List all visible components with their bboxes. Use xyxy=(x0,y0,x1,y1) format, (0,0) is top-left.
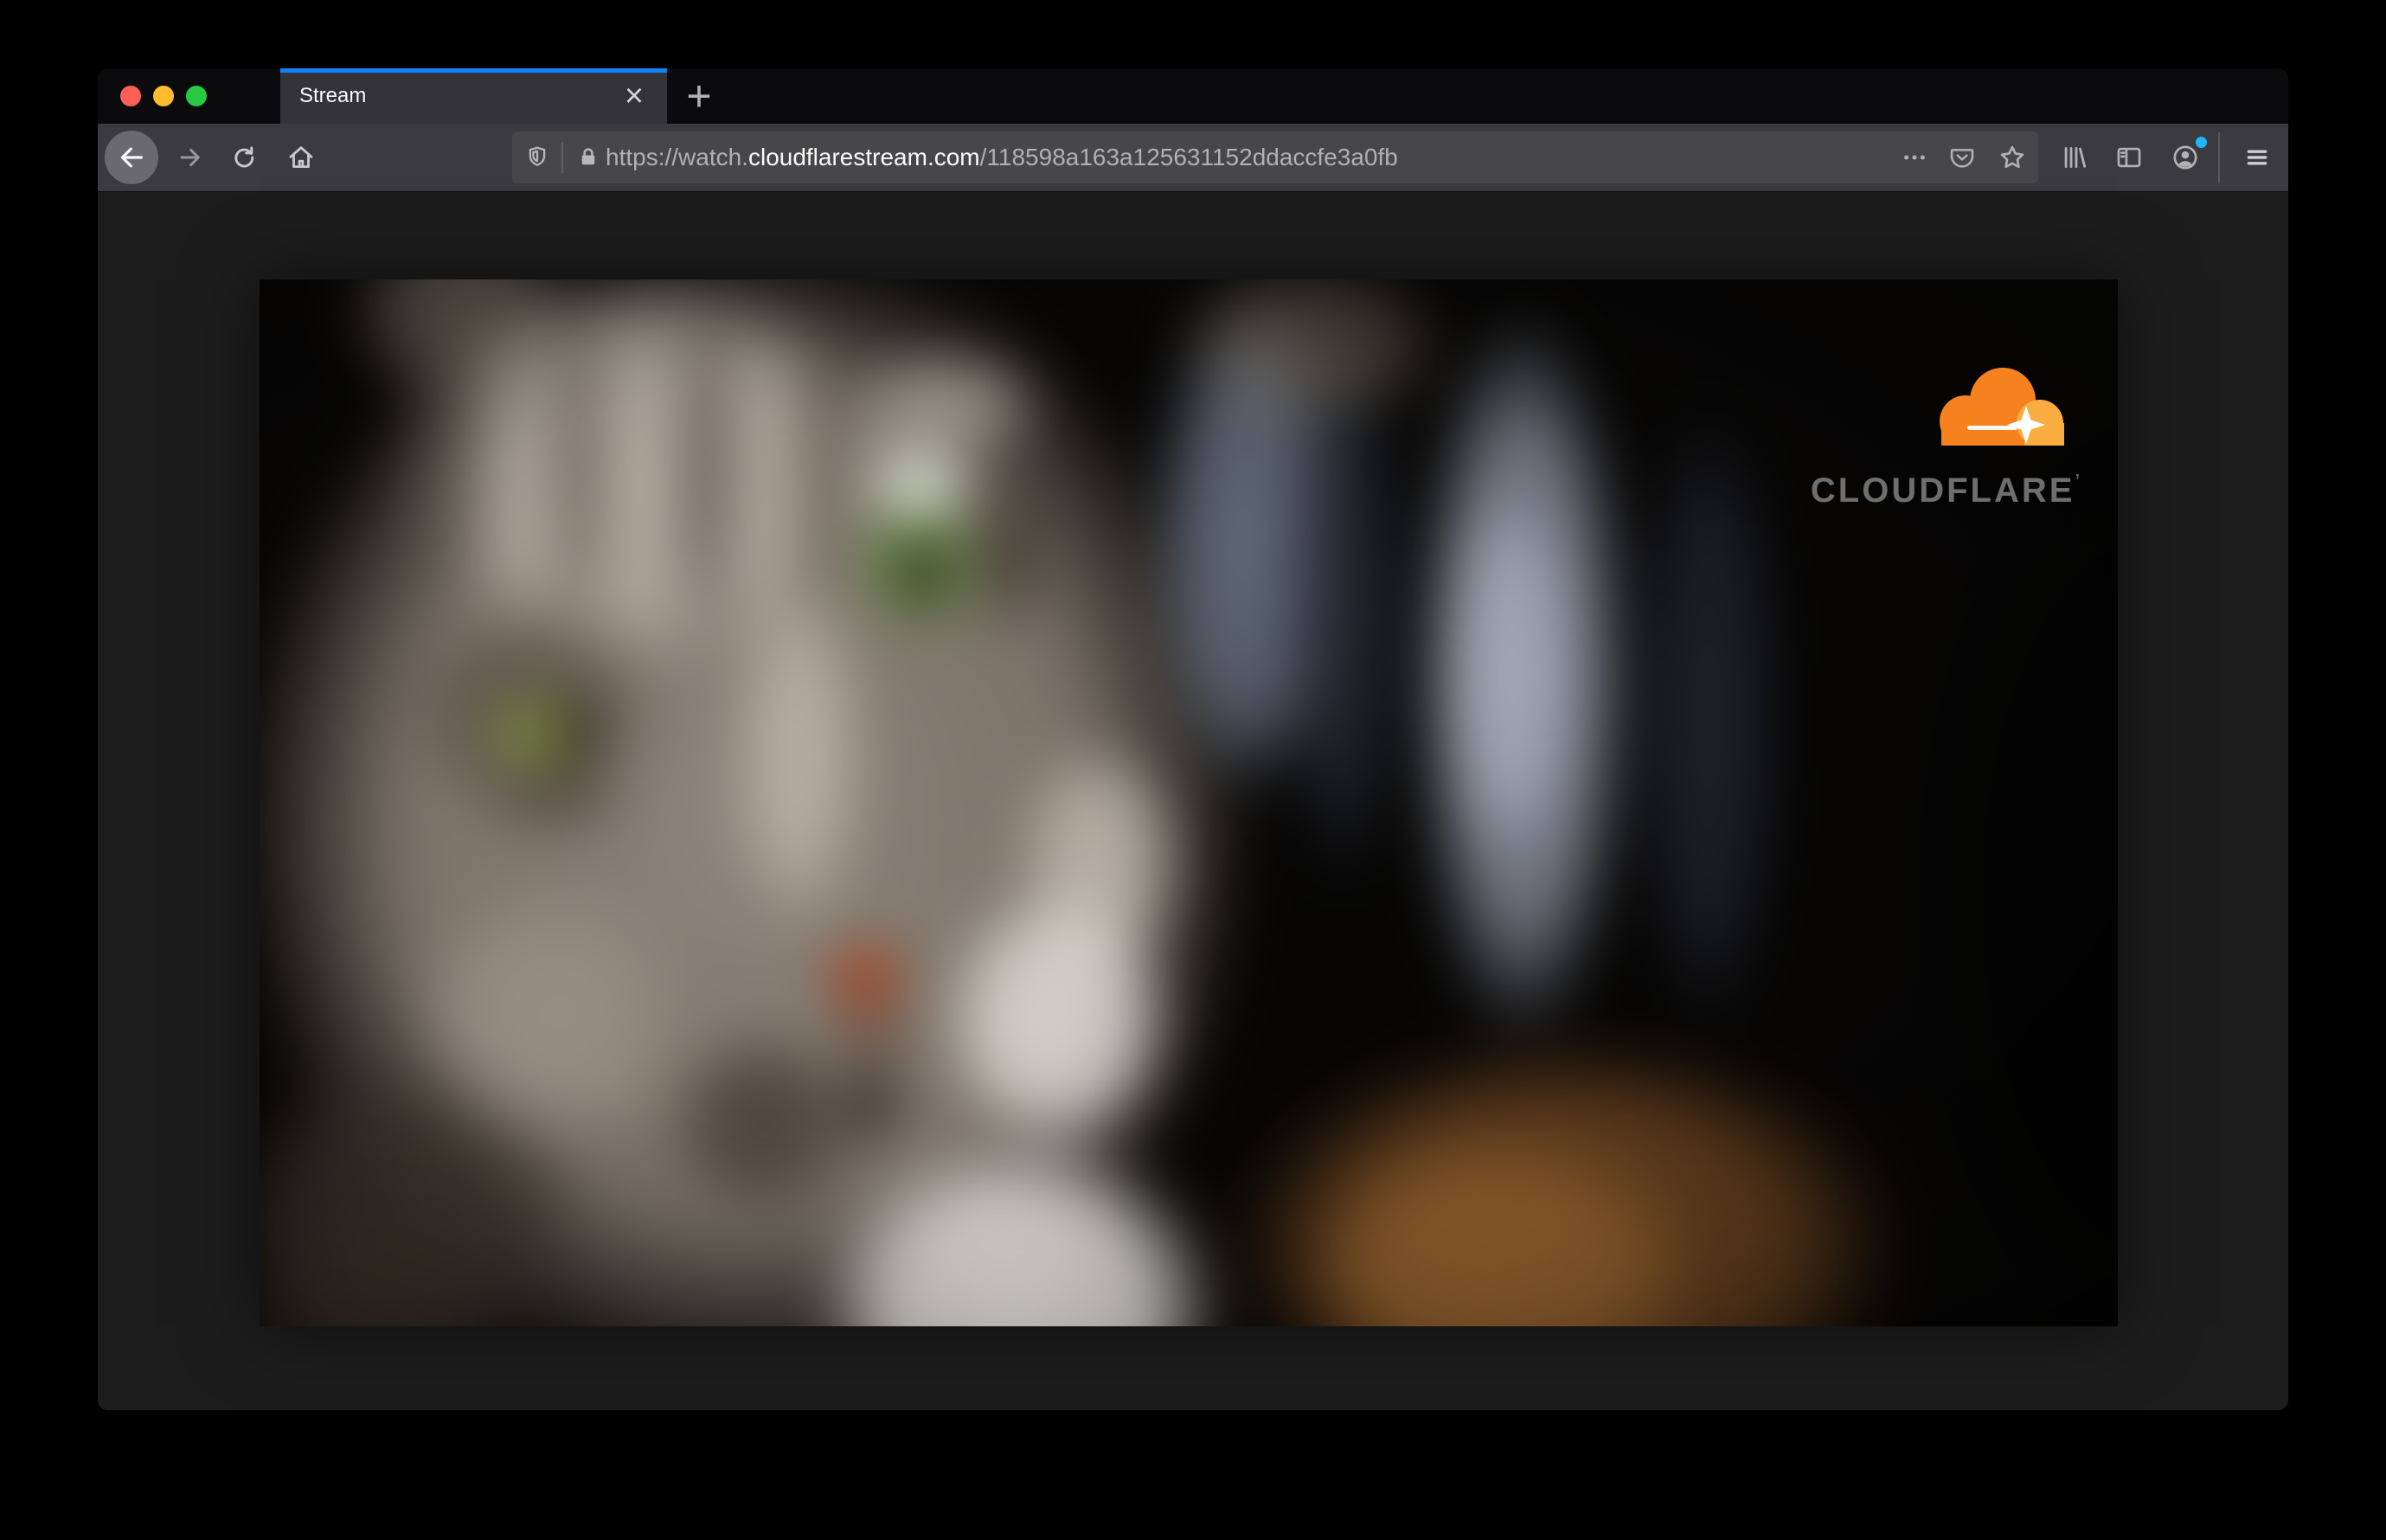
cloudflare-wordmark: CLOUDFLARE’ xyxy=(1782,472,2080,510)
reload-button[interactable] xyxy=(228,141,260,174)
back-button[interactable] xyxy=(105,131,158,184)
shield-icon xyxy=(529,146,546,166)
page-content: CLOUDFLARE’ xyxy=(98,193,2288,1410)
video-player[interactable]: CLOUDFLARE’ xyxy=(260,279,2118,1326)
site-identity-button[interactable] xyxy=(567,136,610,179)
forward-button[interactable] xyxy=(174,141,207,174)
url-text[interactable]: https://watch. cloudflarestream.com/11859… xyxy=(606,132,1398,183)
page-actions-button[interactable] xyxy=(1893,136,1936,179)
desktop: { "tabbar": { "tab_title": "Stream", "cl… xyxy=(0,0,2386,1540)
save-to-pocket-button[interactable] xyxy=(1940,136,1984,179)
forward-icon xyxy=(180,148,200,167)
back-icon xyxy=(120,147,143,168)
sidebar-icon xyxy=(2117,147,2141,168)
hamburger-icon xyxy=(2247,150,2267,165)
window-close-button[interactable] xyxy=(120,86,141,106)
url-bar[interactable]: https://watch. cloudflarestream.com/11859… xyxy=(512,132,2038,183)
star-icon xyxy=(2000,145,2024,169)
account-notification-dot xyxy=(2194,135,2209,150)
lock-icon xyxy=(581,148,595,165)
pocket-icon xyxy=(1950,149,1974,168)
brand-text: CLOUDFLARE xyxy=(1810,472,2075,510)
url-domain: cloudflarestream.com xyxy=(747,144,980,170)
toolbar-divider xyxy=(2218,132,2220,183)
tracking-protection-button[interactable] xyxy=(516,136,559,179)
library-button[interactable] xyxy=(2056,138,2094,176)
window-zoom-button[interactable] xyxy=(186,86,207,106)
navigation-toolbar: https://watch. cloudflarestream.com/11859… xyxy=(98,124,2288,192)
window-controls xyxy=(98,68,280,124)
cloudflare-cloud-logo xyxy=(1940,368,2064,446)
menu-button[interactable] xyxy=(2238,138,2276,176)
bookmark-star-button[interactable] xyxy=(1991,136,2034,179)
window-minimize-button[interactable] xyxy=(153,86,174,106)
browser-window: Stream × + https://watch. cloudflarestre… xyxy=(98,68,2288,1410)
tab-close-button[interactable]: × xyxy=(615,68,653,124)
urlbar-divider xyxy=(561,142,563,173)
video-vignette xyxy=(260,279,2118,1326)
tab-bar: Stream × + xyxy=(98,68,2288,124)
tab-title: Stream xyxy=(299,84,367,107)
new-tab-button[interactable]: + xyxy=(676,72,722,120)
tab-stream[interactable]: Stream × xyxy=(280,68,667,124)
url-path: /118598a163a125631152ddaccfe3a0fb xyxy=(979,144,1398,170)
home-icon xyxy=(289,146,313,169)
brand-trademark: ’ xyxy=(2075,472,2080,491)
ellipsis-icon xyxy=(1904,155,1925,160)
url-scheme-subdomain: https://watch. xyxy=(606,144,748,170)
home-button[interactable] xyxy=(285,141,317,174)
sidebar-button[interactable] xyxy=(2110,138,2148,176)
reload-icon xyxy=(234,146,254,168)
library-icon xyxy=(2064,146,2087,169)
